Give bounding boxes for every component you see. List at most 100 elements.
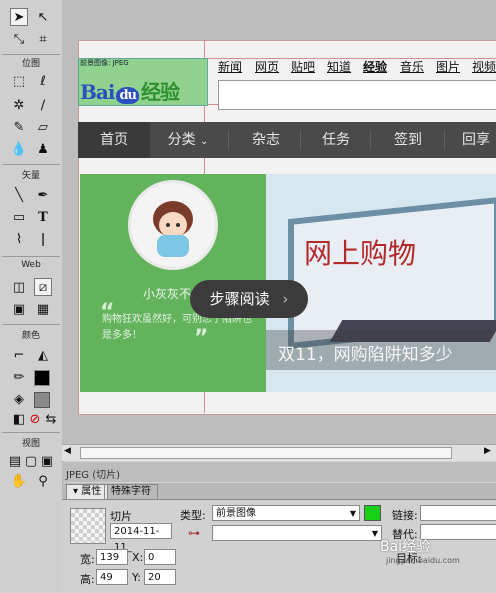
nav-link-video[interactable]: 视频: [472, 58, 496, 75]
pen-tool-icon[interactable]: ✒: [34, 186, 52, 204]
status-text: JPEG (切片): [66, 470, 121, 481]
slice-name-field[interactable]: 2014-11-11_: [110, 523, 172, 553]
tools-panel: ➤ ↖ ⤡ ⌗ 位图 ⬚ ℓ ✲ ∕ ✎ ▱ 💧 ♟ 矢量 ╲ ✒ ▭ T ⌇ …: [0, 0, 63, 592]
scrollbar-thumb[interactable]: [80, 447, 452, 459]
dropdown-arrow-icon: ▼: [371, 529, 378, 538]
color-section-label: 颜色: [21, 331, 40, 341]
paint-bucket-tool-icon[interactable]: ◭: [34, 346, 52, 364]
x-field[interactable]: 0: [144, 549, 176, 565]
nav-link-jingyan[interactable]: 经验: [363, 58, 387, 75]
width-label: 宽:: [80, 553, 95, 566]
logo-paw-du: du: [116, 87, 140, 104]
baidu-watermark: Bai经验: [380, 539, 431, 555]
slice-label: 前景图像: JPEG: [80, 59, 129, 67]
crop-tool-icon[interactable]: ⌗: [34, 30, 52, 48]
menu-checkin[interactable]: 签到: [378, 122, 438, 158]
logo-text-jingyan: 经验: [141, 80, 180, 104]
show-slices-icon[interactable]: ▦: [34, 300, 52, 318]
menu-divider: [228, 130, 229, 150]
link-field[interactable]: [420, 505, 496, 521]
stroke-color-pencil-icon[interactable]: ✏: [10, 368, 28, 386]
subselect-tool-icon[interactable]: ↖: [34, 8, 52, 26]
object-type-label: 切片: [110, 510, 132, 523]
menu-share[interactable]: 回享: [452, 122, 496, 158]
vector-section-label: 矢量: [21, 171, 40, 181]
tab-special-characters[interactable]: 特殊字符: [104, 484, 158, 499]
chevron-down-icon: ⌄: [200, 136, 209, 147]
chevron-right-icon: ›: [282, 290, 289, 308]
swap-colors-icon[interactable]: ⇆: [42, 410, 60, 428]
type-select-value: 前景图像: [216, 508, 256, 519]
fill-color-swatch[interactable]: [34, 392, 50, 408]
hotspot-tool-icon[interactable]: ◫: [10, 278, 28, 296]
knife-tool-icon[interactable]: ǀ: [34, 230, 52, 248]
line-tool-icon[interactable]: ╲: [10, 186, 28, 204]
stroke-color-swatch[interactable]: [34, 370, 50, 386]
menu-divider: [370, 130, 371, 150]
link-chain-icon: ⊶: [188, 526, 200, 540]
bitmap-section-label: 位图: [21, 59, 40, 69]
marquee-tool-icon[interactable]: ⬚: [10, 72, 28, 90]
text-tool-icon[interactable]: T: [34, 208, 52, 226]
magic-wand-tool-icon[interactable]: ✲: [10, 96, 28, 114]
height-field[interactable]: 49: [96, 569, 128, 585]
banner-caption[interactable]: 双11，网购陷阱知多少: [278, 340, 453, 365]
lasso-tool-icon[interactable]: ℓ: [34, 72, 52, 90]
nav-link-news[interactable]: 新闻: [218, 58, 242, 75]
search-input[interactable]: [218, 80, 496, 110]
pencil-tool-icon[interactable]: ✎: [10, 118, 28, 136]
tab-properties[interactable]: ▾ 属性: [66, 484, 109, 499]
slice-color-swatch[interactable]: [364, 505, 381, 521]
x-label: X:: [132, 551, 144, 564]
y-field[interactable]: 20: [144, 569, 176, 585]
web-section-label: Web: [21, 260, 41, 270]
watermark-url: jingyan.baidu.com: [386, 556, 460, 565]
freeform-tool-icon[interactable]: ⌇: [10, 230, 28, 248]
menu-magazine[interactable]: 杂志: [236, 122, 296, 158]
hide-slices-icon[interactable]: ▣: [10, 300, 28, 318]
type-select[interactable]: 前景图像 ▼: [212, 505, 360, 521]
scroll-left-arrow-icon[interactable]: ◀: [64, 446, 71, 456]
nav-link-music[interactable]: 音乐: [400, 58, 424, 75]
dropdown-arrow-icon: ▼: [349, 509, 356, 518]
banner-title: 网上购物: [304, 237, 417, 270]
zoom-tool-icon[interactable]: ⚲: [34, 472, 52, 490]
eraser-tool-icon[interactable]: ▱: [34, 118, 52, 136]
slice-thumbnail: [70, 508, 106, 544]
menu-categories-label: 分类: [167, 132, 196, 148]
menu-divider: [300, 130, 301, 150]
baidu-jingyan-logo: Bai du 经验: [80, 76, 180, 105]
avatar[interactable]: [128, 180, 218, 270]
height-label: 高:: [80, 573, 95, 586]
tab-properties-label: 属性: [81, 486, 102, 497]
nav-link-zhidao[interactable]: 知道: [327, 58, 351, 75]
brush-tool-icon[interactable]: ∕: [34, 96, 52, 114]
step-reading-label: 步骤阅读: [209, 290, 270, 308]
link-label: 链接:: [392, 509, 418, 522]
nav-link-web[interactable]: 网页: [255, 58, 279, 75]
nav-link-images[interactable]: 图片: [436, 58, 460, 75]
width-field[interactable]: 139: [96, 549, 128, 565]
step-reading-button[interactable]: 步骤阅读 ›: [190, 280, 308, 318]
blur-tool-icon[interactable]: 💧: [10, 140, 28, 158]
full-screen-mode-icon[interactable]: ▣: [38, 452, 56, 470]
nav-link-tieba[interactable]: 贴吧: [291, 58, 315, 75]
menu-categories[interactable]: 分类 ⌄: [160, 122, 216, 158]
hand-tool-icon[interactable]: ✋: [10, 472, 28, 490]
eyedropper-tool-icon[interactable]: ⌐: [10, 346, 28, 364]
fill-color-bucket-icon[interactable]: ◈: [10, 390, 28, 408]
menu-tasks[interactable]: 任务: [306, 122, 366, 158]
scale-tool-icon[interactable]: ⤡: [10, 30, 28, 48]
link-target-select[interactable]: ▼: [212, 525, 382, 541]
pointer-tool-icon[interactable]: ➤: [10, 8, 28, 26]
menu-home[interactable]: 首页: [78, 122, 150, 158]
scroll-right-arrow-icon[interactable]: ▶: [484, 446, 491, 456]
quote-close-icon: ”: [194, 326, 209, 351]
slice-tool-icon[interactable]: ⧄: [34, 278, 52, 296]
type-label: 类型:: [180, 509, 206, 522]
rectangle-tool-icon[interactable]: ▭: [10, 208, 28, 226]
stamp-tool-icon[interactable]: ♟: [34, 140, 52, 158]
status-bar: [62, 462, 496, 482]
avatar-illustration: [153, 201, 193, 257]
menu-divider: [444, 130, 445, 150]
